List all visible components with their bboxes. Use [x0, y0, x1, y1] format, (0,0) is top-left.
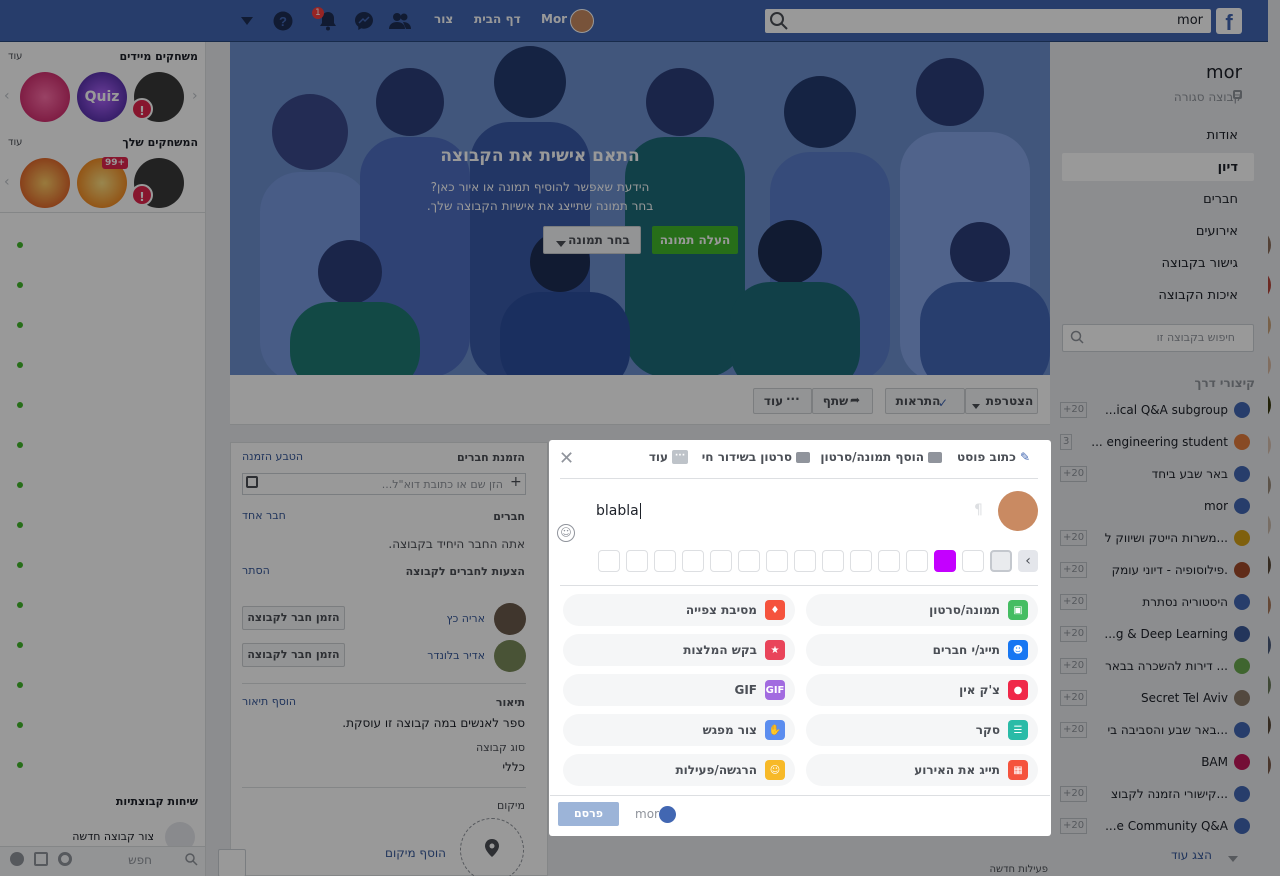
- option-label: צור מפגש: [702, 723, 757, 737]
- camera-icon: [928, 451, 942, 463]
- background-color-swatch[interactable]: [710, 550, 732, 572]
- poll-icon: ☰: [1008, 720, 1028, 740]
- option-label: תמונה/סרטון: [929, 603, 1000, 617]
- background-color-swatch[interactable]: [794, 550, 816, 572]
- close-icon[interactable]: ✕: [559, 450, 575, 468]
- tab-add-photo[interactable]: הוסף תמונה/סרטון: [820, 450, 942, 464]
- option-gif[interactable]: GIF GIF: [563, 674, 795, 706]
- option-wave[interactable]: ✋ צור מפגש: [563, 714, 795, 746]
- calendar-icon: ▦: [1008, 760, 1028, 780]
- pencil-icon: ✎: [1019, 450, 1030, 464]
- option-calendar[interactable]: ▦ תייג את האירוע: [806, 754, 1038, 786]
- option-recommendation[interactable]: ★ בקש המלצות: [563, 634, 795, 666]
- background-color-swatch[interactable]: [990, 550, 1012, 572]
- background-color-swatch[interactable]: [962, 550, 984, 572]
- tab-write-post-label: כתוב פוסט: [957, 450, 1016, 464]
- option-checkin[interactable]: ● צ'ק אין: [806, 674, 1038, 706]
- dialog-footer: [550, 795, 1050, 835]
- paragraph-icon: ¶: [974, 502, 983, 518]
- wave-icon: ✋: [765, 720, 785, 740]
- background-color-swatch[interactable]: [738, 550, 760, 572]
- post-text-input[interactable]: blabla: [596, 503, 641, 519]
- background-color-swatch[interactable]: [626, 550, 648, 572]
- background-color-swatch[interactable]: [598, 550, 620, 572]
- divider: [560, 585, 1038, 586]
- option-label: בקש המלצות: [683, 643, 757, 657]
- group-icon: [659, 806, 676, 823]
- swatch-scroll-chevron-icon[interactable]: ‹: [1018, 550, 1038, 572]
- tab-more[interactable]: ··· עוד: [649, 450, 688, 464]
- option-tag-friends[interactable]: ☻ תייג/י חברים: [806, 634, 1038, 666]
- option-label: הרגשה/פעילות: [675, 763, 757, 777]
- option-label: מסיבת צפייה: [685, 603, 757, 617]
- post-button[interactable]: פרסם: [558, 802, 619, 826]
- tab-more-label: עוד: [648, 450, 668, 464]
- user-avatar: [998, 491, 1038, 531]
- option-label: תייג את האירוע: [914, 763, 1000, 777]
- background-color-swatch[interactable]: [878, 550, 900, 572]
- background-color-swatch[interactable]: [682, 550, 704, 572]
- smiley-icon: ☺: [765, 760, 785, 780]
- tag-friends-icon: ☻: [1008, 640, 1028, 660]
- audience-group-name[interactable]: mor: [635, 807, 659, 821]
- more-dots-icon: ···: [672, 450, 688, 464]
- option-label: סקר: [975, 723, 1000, 737]
- background-color-swatch[interactable]: [766, 550, 788, 572]
- background-color-swatch[interactable]: [934, 550, 956, 572]
- option-label: תייג/י חברים: [932, 643, 1000, 657]
- checkin-icon: ●: [1008, 680, 1028, 700]
- option-smiley[interactable]: ☺ הרגשה/פעילות: [563, 754, 795, 786]
- tab-live-video[interactable]: סרטון בשידור חי: [702, 450, 810, 464]
- option-popcorn[interactable]: ♦ מסיבת צפייה: [563, 594, 795, 626]
- tab-live-video-label: סרטון בשידור חי: [701, 450, 792, 464]
- option-label: GIF: [734, 683, 757, 697]
- tab-add-photo-label: הוסף תמונה/סרטון: [820, 450, 924, 464]
- background-color-swatch[interactable]: [822, 550, 844, 572]
- option-label: צ'ק אין: [959, 683, 1000, 697]
- gif-icon: GIF: [765, 680, 785, 700]
- tab-write-post[interactable]: ✎ כתוב פוסט: [957, 450, 1030, 464]
- option-photo[interactable]: ▣ תמונה/סרטון: [806, 594, 1038, 626]
- divider: [560, 478, 1038, 479]
- video-camera-icon: [796, 451, 810, 463]
- popcorn-icon: ♦: [765, 600, 785, 620]
- option-poll[interactable]: ☰ סקר: [806, 714, 1038, 746]
- photo-icon: ▣: [1008, 600, 1028, 620]
- emoji-picker-icon[interactable]: ☺: [557, 524, 575, 542]
- background-color-swatch[interactable]: [906, 550, 928, 572]
- background-color-swatch[interactable]: [654, 550, 676, 572]
- recommendation-icon: ★: [765, 640, 785, 660]
- background-color-swatch[interactable]: [850, 550, 872, 572]
